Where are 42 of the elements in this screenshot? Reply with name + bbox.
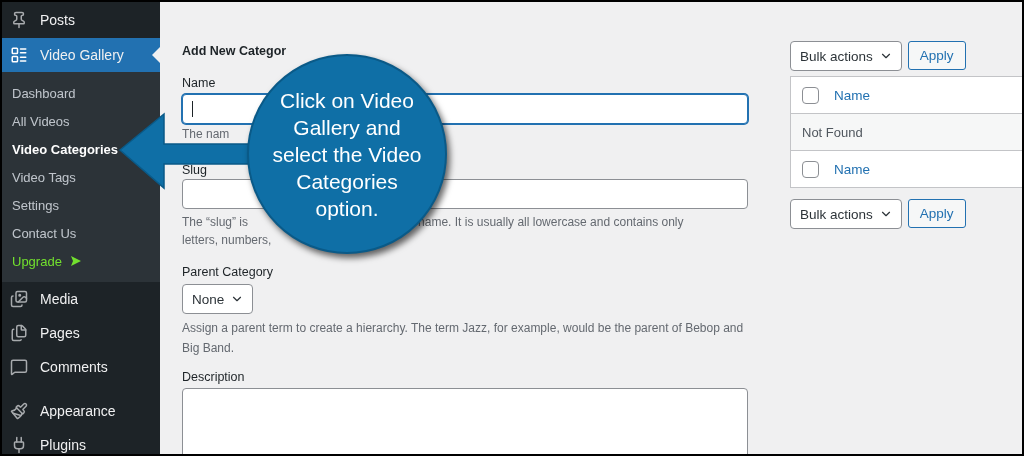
- apply-button[interactable]: Apply: [907, 199, 966, 228]
- field-label: Name: [182, 76, 217, 90]
- field-hint: The nam: [182, 128, 230, 141]
- column-header[interactable]: Name: [834, 87, 870, 103]
- menu-icon: [10, 324, 28, 342]
- submenu-item[interactable]: Upgrade: [2, 247, 84, 275]
- parent-select[interactable]: None: [182, 284, 254, 314]
- submenu-item[interactable]: Video Categories: [2, 135, 120, 163]
- arrow-icon: [69, 255, 82, 267]
- empty-message: Not Found: [802, 124, 863, 140]
- field-label: Parent Category: [182, 265, 275, 279]
- menu-icon: [10, 46, 28, 64]
- menu-icon: [10, 290, 28, 308]
- menu-item[interactable]: Media: [2, 282, 160, 316]
- menu-icon: [10, 358, 28, 376]
- menu-item[interactable]: Video Gallery: [2, 38, 160, 72]
- checkbox[interactable]: [802, 86, 819, 104]
- bulk-actions-select[interactable]: Bulk actions: [790, 41, 902, 71]
- field-hint: letters, numbers,: [182, 232, 272, 249]
- field-hint: Assign a parent term to create a hierarchy. The term Jazz, for example, would be the parent of Bebop and Big Band.: [182, 320, 745, 357]
- menu-item[interactable]: Posts: [2, 2, 160, 38]
- submenu-item[interactable]: Video Tags: [2, 163, 78, 191]
- description-field[interactable]: [182, 388, 748, 454]
- submenu-item[interactable]: Contact Us: [2, 219, 79, 247]
- column-header[interactable]: Name: [834, 161, 870, 177]
- field-hint: The “slug” is: [182, 214, 249, 231]
- menu-item[interactable]: Pages: [2, 316, 160, 350]
- callout-text: Click on Video Gallery and select the Video Categories option.: [272, 87, 422, 220]
- menu-item[interactable]: Comments: [2, 350, 160, 384]
- menu-icon: [10, 402, 28, 420]
- submenu-item[interactable]: Dashboard: [2, 79, 78, 107]
- menu-item[interactable]: Plugins: [2, 428, 160, 454]
- menu-item[interactable]: Appearance: [2, 394, 160, 428]
- form-heading: Add New Categor: [182, 44, 288, 58]
- submenu-item[interactable]: Settings: [2, 191, 61, 219]
- field-label: Slug: [182, 163, 209, 177]
- menu-icon: [10, 11, 28, 29]
- field-label: Description: [182, 370, 246, 384]
- checkbox[interactable]: [802, 160, 819, 178]
- apply-button[interactable]: Apply: [907, 41, 966, 70]
- bulk-actions-select[interactable]: Bulk actions: [790, 199, 902, 229]
- submenu-item[interactable]: All Videos: [2, 107, 72, 135]
